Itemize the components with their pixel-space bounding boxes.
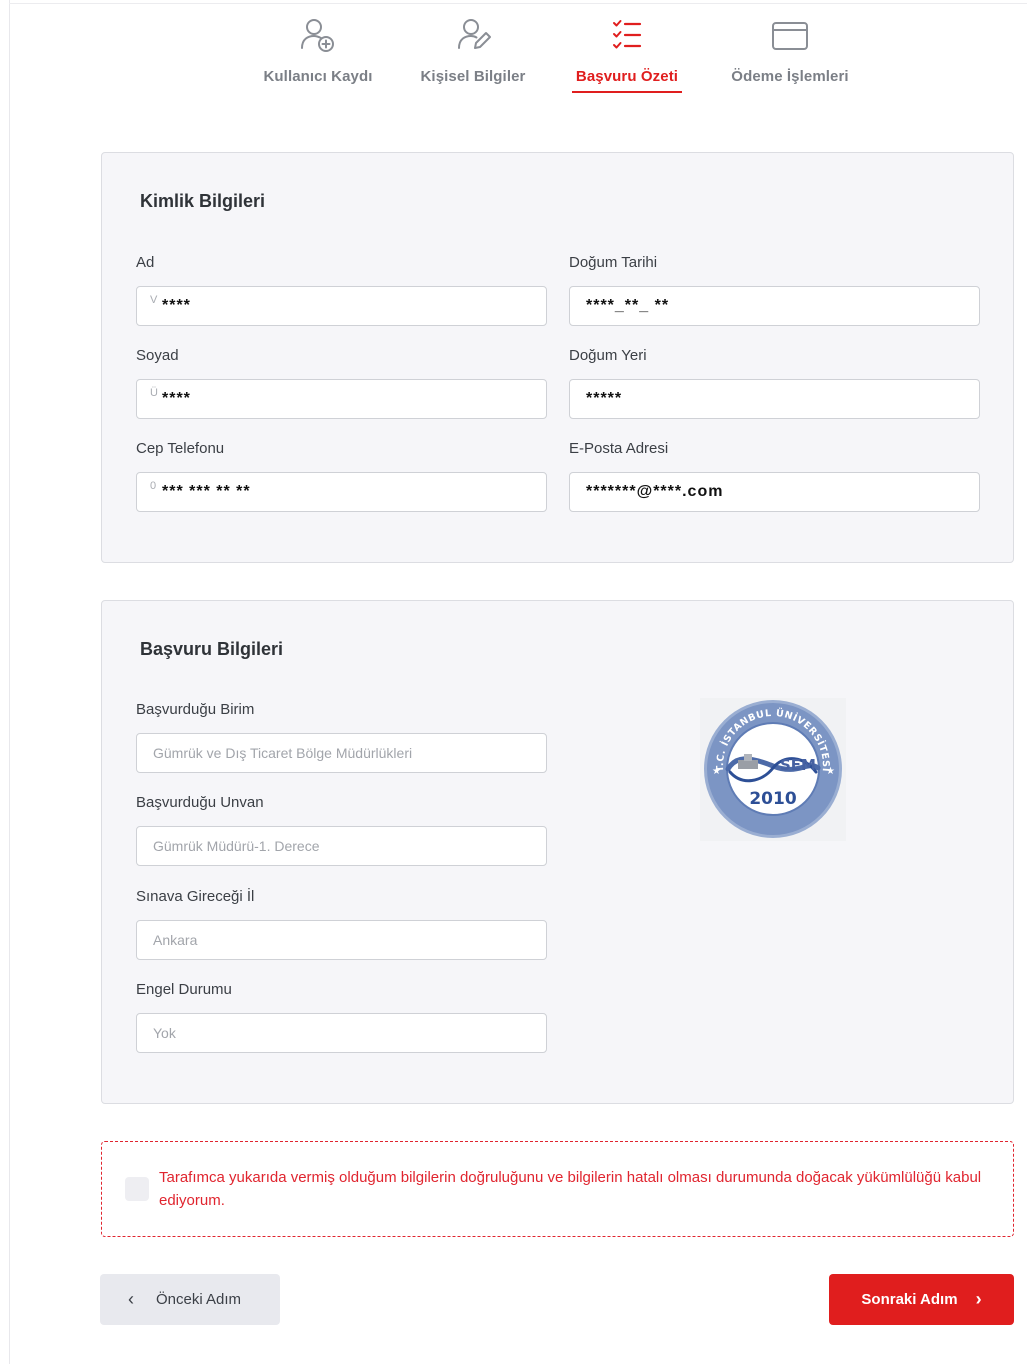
svg-text:★: ★ (826, 766, 835, 777)
chevron-left-icon: ‹ (128, 1289, 134, 1309)
previous-step-label: Önceki Adım (156, 1291, 242, 1308)
next-step-label: Sonraki Adım (861, 1291, 958, 1308)
sinav-il-field[interactable]: Ankara (136, 920, 547, 960)
eposta-label: E-Posta Adresi (569, 440, 669, 457)
istanbul-universitesi-sem-logo: T.C. İSTANBUL ÜNİVERSİTESİ SEM 2010 ★ ★ (700, 698, 846, 841)
page-top-border (9, 3, 1027, 4)
svg-text:2010: 2010 (749, 789, 796, 809)
dogum-yeri-value: ***** (586, 390, 623, 407)
ad-hint: V (150, 294, 158, 306)
sinav-il-label: Sınava Gireceği İl (136, 888, 255, 905)
dogum-tarihi-label: Doğum Tarihi (569, 254, 658, 271)
cep-telefonu-label: Cep Telefonu (136, 440, 225, 457)
consent-checkbox[interactable] (125, 1177, 149, 1201)
soyad-label: Soyad (136, 347, 179, 364)
svg-text:SEM: SEM (780, 756, 816, 774)
next-step-button[interactable]: Sonraki Adım › (829, 1274, 1014, 1325)
step-odeme-islemleri[interactable]: Ödeme İşlemleri (724, 14, 856, 85)
page-left-border (9, 0, 10, 1364)
dogum-tarihi-value: ****_**_ ** (586, 297, 670, 314)
step-kisisel-bilgiler[interactable]: Kişisel Bilgiler (414, 14, 532, 85)
consent-box: Tarafımca yukarıda vermiş olduğum bilgil… (101, 1141, 1014, 1237)
step-kullanici-kaydi[interactable]: Kullanıcı Kaydı (258, 14, 378, 85)
ad-label: Ad (136, 254, 155, 271)
dogum-yeri-field[interactable]: ***** (569, 379, 980, 419)
birim-label: Başvurduğu Birim (136, 701, 255, 718)
svg-text:★: ★ (712, 766, 721, 777)
soyad-field[interactable]: Ü **** (136, 379, 547, 419)
cep-telefonu-hint: 0 (150, 480, 157, 492)
eposta-field[interactable]: *******@****.com (569, 472, 980, 512)
engel-durumu-label: Engel Durumu (136, 981, 232, 998)
sinav-il-value: Ankara (153, 932, 198, 948)
step-label: Kişisel Bilgiler (420, 68, 526, 85)
dogum-tarihi-field[interactable]: ****_**_ ** (569, 286, 980, 326)
engel-durumu-value: Yok (153, 1025, 176, 1041)
step-basvuru-ozeti[interactable]: Başvuru Özeti (571, 14, 683, 93)
identity-card-title: Kimlik Bilgileri (140, 191, 266, 211)
soyad-hint: Ü (150, 387, 158, 399)
chevron-right-icon: › (975, 1289, 982, 1309)
eposta-value: *******@****.com (586, 483, 724, 500)
engel-durumu-field[interactable]: Yok (136, 1013, 547, 1053)
unvan-label: Başvurduğu Unvan (136, 794, 264, 811)
checklist-icon (613, 20, 642, 49)
cep-telefonu-value: *** *** ** ** (162, 483, 251, 500)
application-card-title: Başvuru Bilgileri (140, 639, 284, 659)
step-label: Ödeme İşlemleri (731, 68, 849, 85)
application-card: Başvuru Bilgileri Başvurduğu Birim Gümrü… (101, 600, 1014, 1104)
birim-field[interactable]: Gümrük ve Dış Ticaret Bölge Müdürlükleri (136, 733, 547, 773)
birim-value: Gümrük ve Dış Ticaret Bölge Müdürlükleri (153, 745, 413, 761)
ad-value: **** (162, 297, 191, 314)
ad-field[interactable]: V **** (136, 286, 547, 326)
cep-telefonu-field[interactable]: 0 *** *** ** ** (136, 472, 547, 512)
consent-text: Tarafımca yukarıda vermiş olduğum bilgil… (159, 1169, 982, 1209)
step-label: Başvuru Özeti (575, 68, 679, 85)
unvan-value: Gümrük Müdürü-1. Derece (153, 838, 320, 854)
unvan-field[interactable]: Gümrük Müdürü-1. Derece (136, 826, 547, 866)
user-add-icon (301, 19, 334, 52)
user-edit-icon (458, 19, 491, 49)
dogum-yeri-label: Doğum Yeri (569, 347, 647, 364)
identity-card: Kimlik Bilgileri Ad V **** Doğum Tarihi … (101, 152, 1014, 563)
soyad-value: **** (162, 390, 191, 407)
credit-card-icon (772, 22, 808, 50)
step-underline (572, 91, 682, 93)
stepper: Kullanıcı Kaydı Kişisel Bilgiler Başvuru… (0, 14, 1027, 124)
previous-step-button[interactable]: ‹ Önceki Adım (100, 1274, 280, 1325)
step-label: Kullanıcı Kaydı (263, 68, 373, 85)
